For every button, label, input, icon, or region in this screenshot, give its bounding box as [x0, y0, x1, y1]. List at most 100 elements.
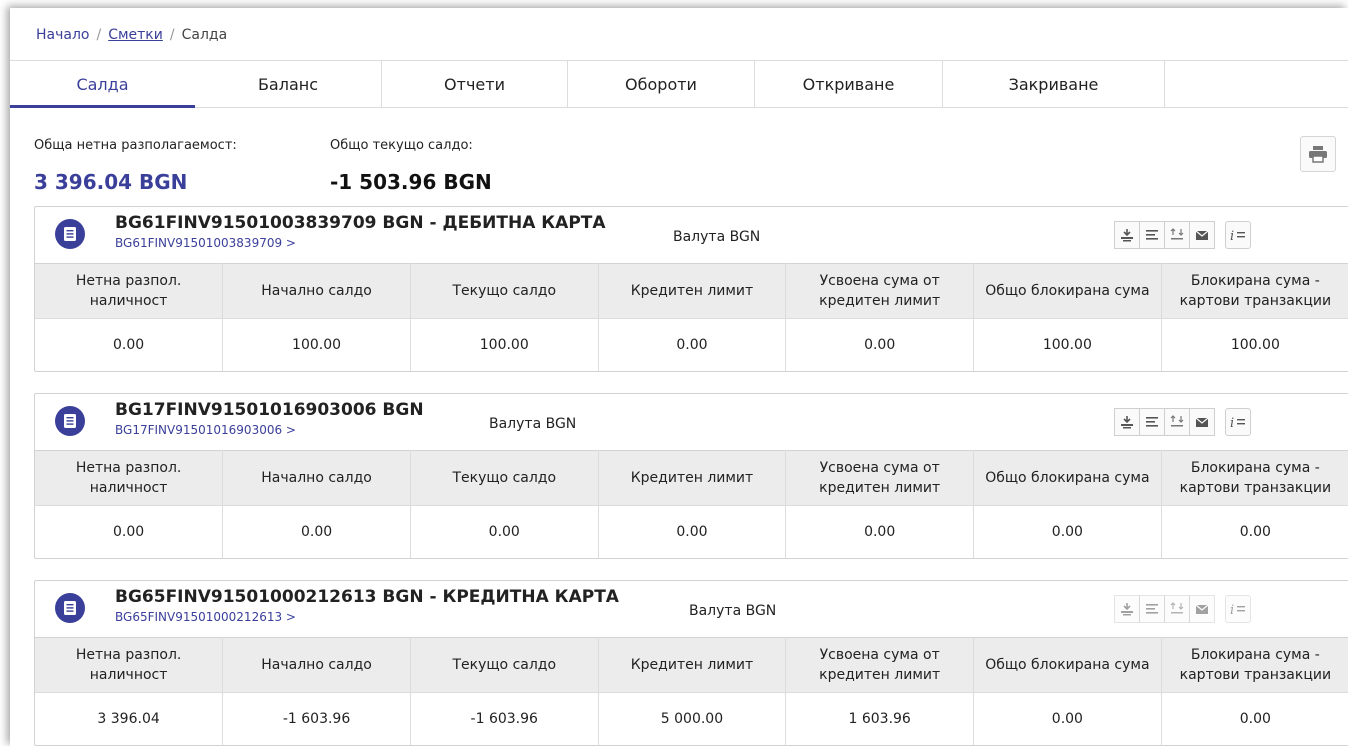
tab-bar: Салда Баланс Отчети Обороти Откриване За…: [10, 60, 1348, 108]
info-button[interactable]: i: [1225, 408, 1251, 436]
current-balance-value: -1 503.96 BGN: [330, 170, 492, 194]
table-cell: 5 000.00: [598, 692, 787, 745]
tab-opening[interactable]: Откриване: [755, 61, 943, 107]
table-cell: 0.00: [973, 505, 1162, 558]
transfer-button[interactable]: [1114, 408, 1140, 436]
table-row: 0.00 0.00 0.00 0.00 0.00 0.00 0.00: [35, 505, 1348, 558]
document-icon: [55, 219, 85, 249]
mail-button[interactable]: [1189, 221, 1215, 249]
document-icon: [55, 406, 85, 436]
column-header: Общо блокирана сума: [973, 450, 1162, 506]
tab-reports[interactable]: Отчети: [382, 61, 568, 107]
statement-button[interactable]: [1139, 221, 1165, 249]
column-header: Начално салдо: [222, 263, 411, 319]
column-header: Текущо салдо: [410, 637, 599, 693]
table-cell: -1 603.96: [410, 692, 599, 745]
column-header: Усвоена сума от кредитен лимит: [785, 263, 975, 319]
column-header: Усвоена сума от кредитен лимит: [785, 637, 975, 693]
account-card: BG61FINV91501003839709 BGN - ДЕБИТНА КАР…: [34, 206, 1348, 372]
transfer-icon: [1121, 416, 1133, 429]
breadcrumb-separator: /: [96, 27, 102, 43]
turnover-icon: [1170, 415, 1184, 427]
breadcrumb: Начало / Сметки / Салда: [36, 27, 227, 43]
current-balance-label: Общо текущо салдо:: [330, 138, 473, 153]
column-header: Усвоена сума от кредитен лимит: [785, 450, 975, 506]
table-row: 3 396.04 -1 603.96 -1 603.96 5 000.00 1 …: [35, 692, 1348, 745]
column-header: Начално салдо: [222, 637, 411, 693]
mail-button[interactable]: [1189, 595, 1215, 623]
account-title: BG65FINV91501000212613 BGN - КРЕДИТНА КА…: [115, 587, 619, 607]
account-toolbar: i: [1114, 595, 1251, 623]
breadcrumb-home[interactable]: Начало: [36, 27, 89, 43]
table-cell: 0.00: [1161, 505, 1348, 558]
mail-icon: [1195, 230, 1209, 240]
transfer-icon: [1121, 603, 1133, 616]
turnover-button[interactable]: [1164, 595, 1190, 623]
column-header: Текущо салдо: [410, 450, 599, 506]
account-toolbar: i: [1114, 408, 1251, 436]
statement-lines-icon: [1146, 417, 1158, 427]
table-cell: 100.00: [1161, 318, 1348, 371]
account-currency: Валута BGN: [673, 229, 761, 245]
svg-text:i: i: [1230, 229, 1234, 243]
account-title: BG17FINV91501016903006 BGN: [115, 400, 424, 420]
net-availability-value: 3 396.04 BGN: [34, 170, 188, 194]
account-currency: Валута BGN: [489, 416, 577, 432]
column-header: Кредитен лимит: [598, 450, 787, 506]
column-header: Блокирана сума - картови транзакции: [1161, 637, 1348, 693]
table-cell: 0.00: [785, 318, 975, 371]
table-cell: -1 603.96: [222, 692, 411, 745]
account-iban-link[interactable]: BG65FINV91501000212613 >: [115, 610, 296, 624]
table-cell: 0.00: [973, 692, 1162, 745]
statement-button[interactable]: [1139, 408, 1165, 436]
printer-icon: [1309, 146, 1327, 163]
tab-balance-sheet[interactable]: Баланс: [195, 61, 382, 107]
turnover-button[interactable]: [1164, 408, 1190, 436]
column-header: Кредитен лимит: [598, 637, 787, 693]
breadcrumb-accounts[interactable]: Сметки: [108, 27, 163, 43]
table-cell: 0.00: [410, 505, 599, 558]
transfer-icon: [1121, 229, 1133, 242]
breadcrumb-current: Салда: [181, 27, 228, 43]
account-iban-link[interactable]: BG61FINV91501003839709 >: [115, 236, 296, 250]
balance-table: Нетна разпол. наличност Начално салдо Те…: [35, 450, 1348, 558]
svg-text:i: i: [1230, 603, 1234, 617]
statement-lines-icon: [1146, 604, 1158, 614]
table-cell: 0.00: [35, 505, 224, 558]
table-cell: 100.00: [973, 318, 1162, 371]
mail-button[interactable]: [1189, 408, 1215, 436]
column-header: Текущо салдо: [410, 263, 599, 319]
column-header: Кредитен лимит: [598, 263, 787, 319]
account-iban-link[interactable]: BG17FINV91501016903006 >: [115, 423, 296, 437]
account-card: BG17FINV91501016903006 BGN BG17FINV91501…: [34, 393, 1348, 559]
tab-empty-slot: [1165, 61, 1348, 107]
info-list-icon: i: [1230, 416, 1245, 430]
svg-text:i: i: [1230, 416, 1234, 430]
transfer-button[interactable]: [1114, 595, 1140, 623]
tab-turnovers[interactable]: Обороти: [568, 61, 755, 107]
transfer-button[interactable]: [1114, 221, 1140, 249]
column-header: Нетна разпол. наличност: [35, 450, 224, 506]
print-button[interactable]: [1300, 136, 1336, 172]
statement-button[interactable]: [1139, 595, 1165, 623]
table-row: 0.00 100.00 100.00 0.00 0.00 100.00 100.…: [35, 318, 1348, 371]
turnover-icon: [1170, 602, 1184, 614]
table-cell: 100.00: [410, 318, 599, 371]
account-currency: Валута BGN: [689, 603, 777, 619]
column-header: Общо блокирана сума: [973, 637, 1162, 693]
account-card: BG65FINV91501000212613 BGN - КРЕДИТНА КА…: [34, 580, 1348, 746]
net-availability-label: Обща нетна разполагаемост:: [34, 138, 237, 153]
table-cell: 3 396.04: [35, 692, 224, 745]
column-header: Нетна разпол. наличност: [35, 637, 224, 693]
tab-balances[interactable]: Салда: [10, 61, 195, 108]
column-header: Нетна разпол. наличност: [35, 263, 224, 319]
turnover-button[interactable]: [1164, 221, 1190, 249]
table-cell: 0.00: [1161, 692, 1348, 745]
mail-icon: [1195, 604, 1209, 614]
info-button[interactable]: i: [1225, 595, 1251, 623]
turnover-icon: [1170, 228, 1184, 240]
account-toolbar: i: [1114, 221, 1251, 249]
statement-lines-icon: [1146, 230, 1158, 240]
tab-closing[interactable]: Закриване: [943, 61, 1165, 107]
info-button[interactable]: i: [1225, 221, 1251, 249]
